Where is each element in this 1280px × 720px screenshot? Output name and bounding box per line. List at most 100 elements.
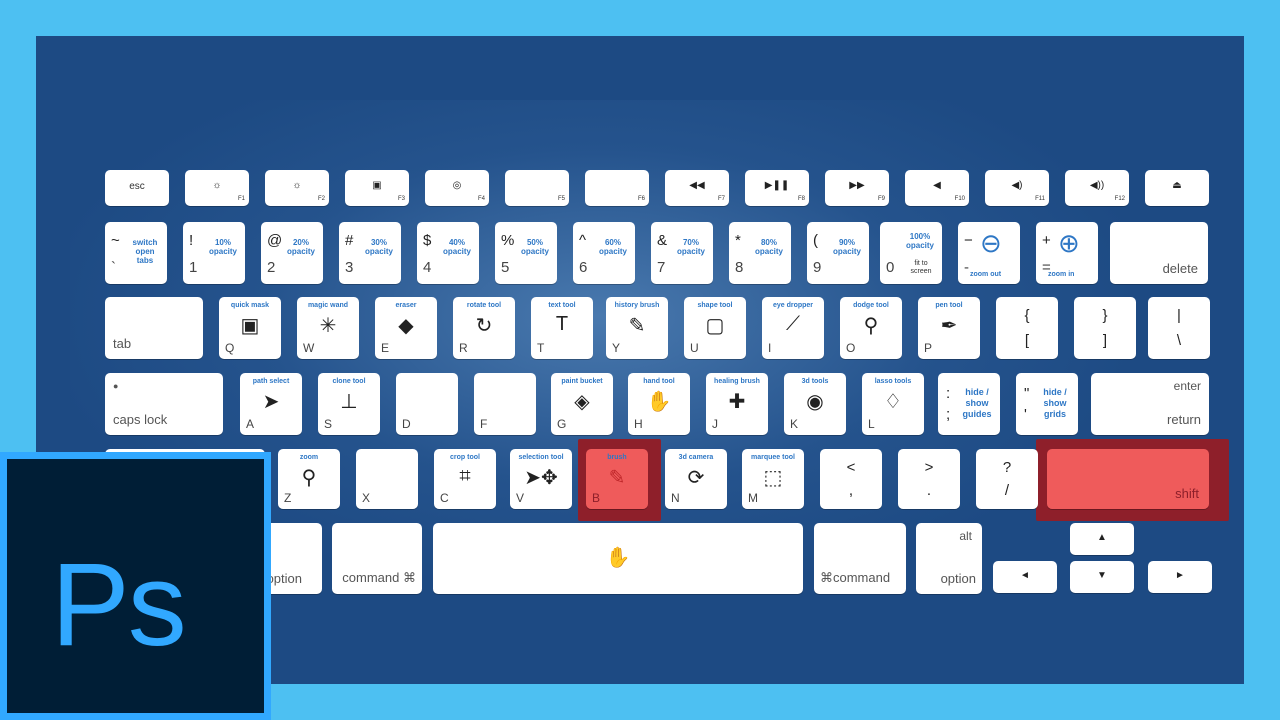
key-s[interactable]: clone tool ⊥ S xyxy=(318,373,380,435)
fn-label: F10 xyxy=(954,196,965,202)
shift-key[interactable]: shift xyxy=(1047,449,1209,509)
history-brush-icon: ✎ xyxy=(628,315,646,337)
key-fn-f3[interactable]: ▣ F3 xyxy=(345,170,409,206)
key-r[interactable]: rotate tool ↻ R xyxy=(453,297,515,359)
key-caption: hide / show guides xyxy=(962,387,992,419)
key-fn-eject-icon[interactable]: ⏏ xyxy=(1145,170,1209,206)
key-q[interactable]: quick mask ▣ Q xyxy=(219,297,281,359)
key-6[interactable]: ^ 6 60% opacity xyxy=(573,222,635,284)
key-p[interactable]: pen tool ✒ P xyxy=(918,297,980,359)
key-fn-f7[interactable]: ◀◀ F7 xyxy=(665,170,729,206)
arrow-left-key[interactable]: ◄ xyxy=(993,561,1057,593)
key-key[interactable]: <, xyxy=(820,449,882,509)
key-base-glyph: ` xyxy=(111,259,116,276)
key-v[interactable]: selection tool ➤✥ V xyxy=(510,449,572,509)
key-key[interactable]: " ' hide / show grids xyxy=(1016,373,1078,435)
key-2[interactable]: @2 20% opacity xyxy=(261,222,323,284)
key-key[interactable]: >. xyxy=(898,449,960,509)
key-8[interactable]: * 8 80% opacity xyxy=(729,222,791,284)
key-b[interactable]: brush ✎ B xyxy=(586,449,648,509)
key-caption: text tool xyxy=(548,302,576,309)
key-y[interactable]: history brush ✎ Y xyxy=(606,297,668,359)
key-caption: 3d tools xyxy=(801,378,829,385)
key-shift-glyph: ! xyxy=(189,232,194,249)
key-n[interactable]: 3d camera ⟳ N xyxy=(665,449,727,509)
key-fn-f10[interactable]: ◀ F10 xyxy=(905,170,969,206)
caps-lock-key[interactable]: ● caps lock xyxy=(105,373,223,435)
key-key[interactable]: ? / xyxy=(976,449,1038,509)
key-fn-f12[interactable]: ◀)) F12 xyxy=(1065,170,1129,206)
key-j[interactable]: healing brush ✚ J xyxy=(706,373,768,435)
key-g[interactable]: paint bucket ◈ G xyxy=(551,373,613,435)
key-x[interactable]: X xyxy=(356,449,418,509)
key-0[interactable]: 0 100% opacity fit to screen xyxy=(880,222,942,284)
key-key[interactable]: }] xyxy=(1074,297,1136,359)
key-5[interactable]: % 5 50% opacity xyxy=(495,222,557,284)
key-o[interactable]: dodge tool ⚲ O xyxy=(840,297,902,359)
key-1[interactable]: ! 1 10% opacity xyxy=(183,222,245,284)
key-t[interactable]: text tool T T xyxy=(531,297,593,359)
key-fn-f9[interactable]: ▶▶ F9 xyxy=(825,170,889,206)
key-z[interactable]: zoom ⚲ Z xyxy=(278,449,340,509)
return-key[interactable]: enter return xyxy=(1091,373,1209,435)
key-9[interactable]: (9 90% opacity xyxy=(807,222,869,284)
key-letter: C xyxy=(440,491,449,505)
key-shift-glyph: ^ xyxy=(579,232,587,249)
key-base-glyph: 4 xyxy=(423,259,432,276)
arrow-right-key[interactable]: ► xyxy=(1148,561,1212,593)
arrow-down-key[interactable]: ▼ xyxy=(1070,561,1134,593)
key-m[interactable]: marquee tool ⬚ M xyxy=(742,449,804,509)
key-key[interactable]: | \ xyxy=(1148,297,1210,359)
key-key[interactable]: + = ⊕ zoom in xyxy=(1036,222,1098,284)
delete-key[interactable]: delete xyxy=(1110,222,1208,284)
key-caption: 60% opacity xyxy=(598,238,627,256)
key-fn-f11[interactable]: ◀) F11 xyxy=(985,170,1049,206)
key-caption: 20% opacity xyxy=(286,238,315,256)
key-key[interactable]: − - ⊖ zoom out xyxy=(958,222,1020,284)
key-k[interactable]: 3d tools ◉ K xyxy=(784,373,846,435)
key-h[interactable]: hand tool ✋ H xyxy=(628,373,690,435)
key-caption: path select xyxy=(252,378,290,385)
key-key[interactable]: {[ xyxy=(996,297,1058,359)
spacebar[interactable]: ✋ xyxy=(433,523,803,594)
key-caption: rotate tool xyxy=(466,302,502,309)
key-3[interactable]: #3 30% opacity xyxy=(339,222,401,284)
key-4[interactable]: $4 40% opacity xyxy=(417,222,479,284)
key-w[interactable]: magic wand ✳ W xyxy=(297,297,359,359)
key-key[interactable]: :; hide / show guides xyxy=(938,373,1000,435)
key-fn-f1[interactable]: ☼ F1 xyxy=(185,170,249,206)
key-d[interactable]: D xyxy=(396,373,458,435)
key-key[interactable]: ~ ` switch open tabs xyxy=(105,222,167,284)
shape-tool-icon: ▢ xyxy=(705,315,725,337)
key-i[interactable]: eye dropper ⟋ I xyxy=(762,297,824,359)
brush-icon: ✎ xyxy=(608,467,626,489)
option-right-key[interactable]: alt option xyxy=(916,523,982,594)
arrow-up-key[interactable]: ▲ xyxy=(1070,523,1134,555)
key-fn-f6[interactable]: F6 xyxy=(585,170,649,206)
key-caption: lasso tools xyxy=(874,378,912,385)
command-right-key[interactable]: ⌘command xyxy=(814,523,906,594)
volume-up-icon: ◀)) xyxy=(1089,180,1105,191)
key-tab[interactable]: tab xyxy=(105,297,203,359)
key-caption: 3d camera xyxy=(678,454,714,461)
key-u[interactable]: shape tool ▢ U xyxy=(684,297,746,359)
eraser-icon: ◆ xyxy=(398,315,414,337)
key-fn-f8[interactable]: ▶❚❚ F8 xyxy=(745,170,809,206)
rewind-icon: ◀◀ xyxy=(689,180,705,191)
key-l[interactable]: lasso tools ♢ L xyxy=(862,373,924,435)
key-fn-esc[interactable]: esc xyxy=(105,170,169,206)
quick-mask-icon: ▣ xyxy=(240,315,260,337)
arrow-left-icon: ◄ xyxy=(1020,570,1030,581)
play-pause-icon: ▶❚❚ xyxy=(764,180,790,191)
key-base-glyph: 5 xyxy=(501,259,510,276)
command-left-key[interactable]: command ⌘ xyxy=(332,523,422,594)
key-caption: zoom xyxy=(299,454,319,461)
key-e[interactable]: eraser ◆ E xyxy=(375,297,437,359)
key-7[interactable]: & 7 70% opacity xyxy=(651,222,713,284)
key-fn-f2[interactable]: ☼ F2 xyxy=(265,170,329,206)
key-c[interactable]: crop tool ⌗ C xyxy=(434,449,496,509)
key-fn-f5[interactable]: F5 xyxy=(505,170,569,206)
key-a[interactable]: path select ➤ A xyxy=(240,373,302,435)
key-f[interactable]: F xyxy=(474,373,536,435)
key-fn-f4[interactable]: ◎ F4 xyxy=(425,170,489,206)
